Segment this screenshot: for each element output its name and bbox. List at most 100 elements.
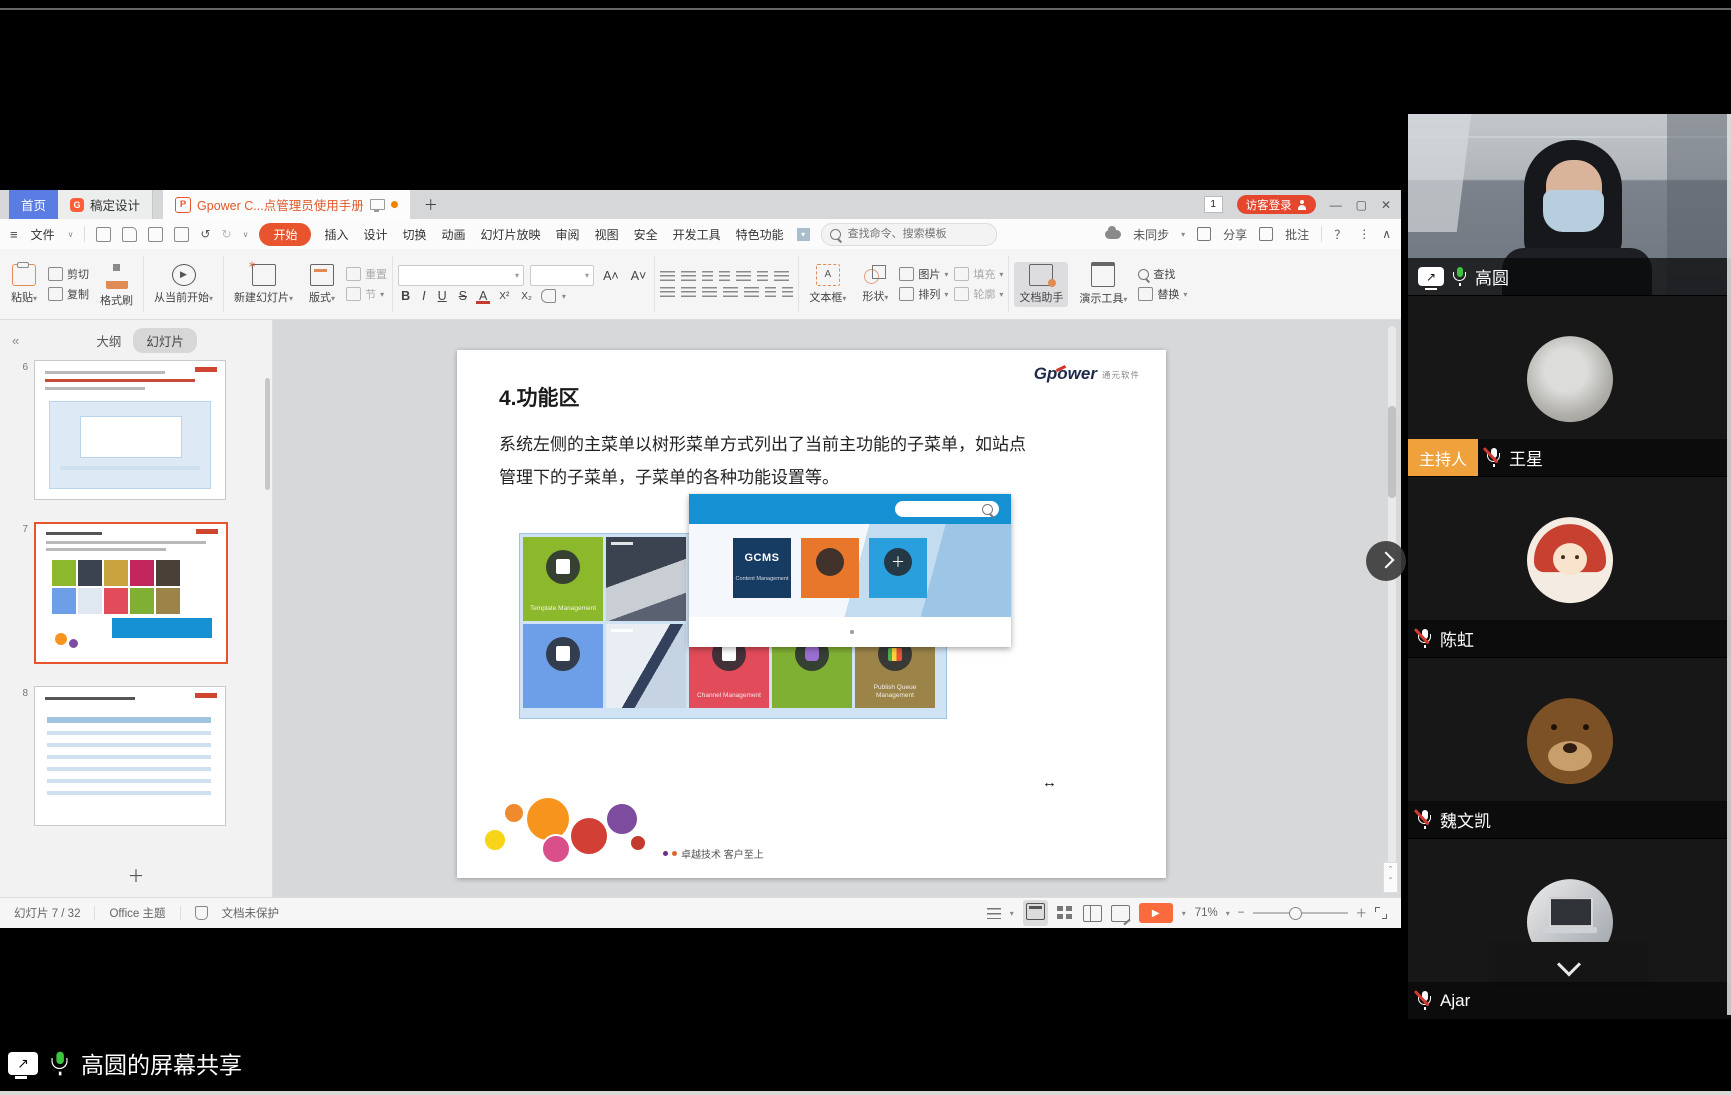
font-name-select[interactable]: ▾ bbox=[398, 265, 524, 286]
help-button[interactable]: ？ bbox=[1334, 226, 1346, 243]
redo-icon[interactable]: ↻ bbox=[222, 227, 232, 241]
align-left-icon[interactable] bbox=[660, 287, 675, 298]
align-right-icon[interactable] bbox=[702, 287, 717, 298]
increase-font-icon[interactable]: A˄ bbox=[600, 269, 622, 283]
comment-icon[interactable] bbox=[1259, 227, 1273, 241]
tab-slides[interactable]: 幻灯片 bbox=[133, 328, 197, 353]
menu-security[interactable]: 安全 bbox=[632, 223, 660, 246]
subscript-button[interactable]: X₂ bbox=[518, 291, 535, 302]
fill-button[interactable]: 填充▾ bbox=[954, 266, 1003, 282]
strikethrough-button[interactable]: S bbox=[456, 289, 470, 303]
paragraph-more-icon[interactable] bbox=[765, 287, 776, 298]
tab-gaoding-design[interactable]: G 稿定设计 bbox=[58, 190, 153, 219]
slide-thumbnail-6[interactable] bbox=[34, 360, 226, 500]
layout-button[interactable]: 版式▾ bbox=[304, 262, 340, 307]
fullscreen-icon[interactable] bbox=[1375, 907, 1387, 919]
find-button[interactable]: 查找 bbox=[1138, 266, 1187, 282]
menu-dev-tools[interactable]: 开发工具 bbox=[671, 223, 723, 246]
protection-status[interactable]: 文档未保护 bbox=[222, 905, 280, 921]
menu-insert[interactable]: 插入 bbox=[322, 223, 350, 246]
font-color-button[interactable]: A bbox=[476, 289, 490, 303]
zoom-caret-icon[interactable]: ▾ bbox=[1226, 909, 1230, 918]
slide-thumbnail-7-selected[interactable] bbox=[34, 522, 228, 664]
numbering-icon[interactable] bbox=[681, 271, 696, 282]
sync-status[interactable]: 未同步 bbox=[1133, 226, 1169, 243]
menu-start[interactable]: 开始 bbox=[259, 223, 311, 246]
bold-button[interactable]: B bbox=[398, 289, 413, 303]
reading-view-icon[interactable] bbox=[1083, 905, 1102, 922]
section-button[interactable]: 节▾ bbox=[346, 286, 387, 302]
print-preview-icon[interactable] bbox=[174, 227, 189, 242]
participant-tile-ajar[interactable]: Ajar bbox=[1408, 839, 1731, 1020]
theme-label[interactable]: Office 主题 bbox=[109, 905, 165, 921]
more-button[interactable]: ⋮ bbox=[1358, 227, 1370, 241]
italic-button[interactable]: I bbox=[419, 289, 428, 303]
share-label[interactable]: 分享 bbox=[1223, 226, 1247, 243]
play-from-current-button[interactable]: ▶ 从当前开始▾ bbox=[149, 262, 218, 307]
notes-icon[interactable] bbox=[987, 908, 1001, 919]
arrange-button[interactable]: 排列▾ bbox=[899, 286, 948, 302]
underline-button[interactable]: U bbox=[435, 289, 450, 303]
distribute-icon[interactable] bbox=[744, 287, 759, 298]
search-input[interactable] bbox=[846, 227, 970, 241]
slide-thumbnail-8[interactable] bbox=[34, 686, 226, 826]
participant-tile-wangxing[interactable]: 主持人 王星 bbox=[1408, 296, 1731, 477]
new-tab-button[interactable]: ＋ bbox=[410, 190, 452, 219]
participant-tile-chenhong[interactable]: 陈虹 bbox=[1408, 477, 1731, 658]
clear-format-icon[interactable] bbox=[541, 289, 556, 303]
zoom-level[interactable]: 71% bbox=[1195, 907, 1218, 919]
notes-caret-icon[interactable]: ▾ bbox=[1010, 909, 1014, 918]
cut-button[interactable]: 剪切 bbox=[48, 266, 89, 282]
cloud-sync-icon[interactable] bbox=[1105, 230, 1121, 239]
quickbar-caret-icon[interactable]: ∨ bbox=[243, 230, 249, 239]
reset-button[interactable]: 重置 bbox=[346, 266, 387, 282]
close-button[interactable]: ✕ bbox=[1381, 198, 1391, 212]
minimize-button[interactable]: — bbox=[1330, 198, 1342, 212]
command-search[interactable] bbox=[821, 223, 997, 246]
align-center-icon[interactable] bbox=[681, 287, 696, 298]
decrease-font-icon[interactable]: A˅ bbox=[628, 269, 650, 283]
paste-button[interactable]: 粘贴▾ bbox=[6, 262, 42, 307]
participants-scrollbar[interactable] bbox=[1727, 114, 1731, 1015]
paragraph-settings-icon[interactable] bbox=[782, 287, 793, 298]
save-icon[interactable] bbox=[96, 227, 111, 242]
canvas-scrollbar-thumb[interactable] bbox=[1388, 406, 1396, 498]
menu-design[interactable]: 设计 bbox=[361, 223, 389, 246]
undo-icon[interactable]: ↺ bbox=[200, 227, 210, 241]
text-direction-icon[interactable] bbox=[757, 271, 768, 282]
tab-outline[interactable]: 大纲 bbox=[96, 331, 121, 350]
menu-transitions[interactable]: 切换 bbox=[401, 223, 429, 246]
textbox-button[interactable]: A 文本框▾ bbox=[804, 262, 851, 307]
share-icon[interactable] bbox=[1197, 227, 1211, 241]
zoom-slider-knob[interactable] bbox=[1289, 907, 1302, 920]
view-normal-button[interactable] bbox=[1023, 900, 1048, 926]
zoom-out-button[interactable]: − bbox=[1238, 907, 1245, 919]
menu-review[interactable]: 审阅 bbox=[554, 223, 582, 246]
sync-caret-icon[interactable]: ▾ bbox=[1181, 230, 1185, 239]
cast-screen-icon[interactable] bbox=[370, 199, 385, 210]
format-painter-button[interactable]: 格式刷 bbox=[95, 259, 138, 310]
participant-video-gaoyuan[interactable]: ↗ 高圆 bbox=[1408, 114, 1731, 296]
text-tools-caret-icon[interactable]: ▾ bbox=[562, 292, 566, 301]
bullets-icon[interactable] bbox=[660, 271, 675, 282]
line-spacing-icon[interactable] bbox=[774, 271, 789, 282]
export-icon[interactable] bbox=[122, 227, 137, 242]
menu-file[interactable]: 文件 bbox=[29, 223, 57, 246]
doc-assistant-button[interactable]: 文档助手 bbox=[1014, 262, 1068, 307]
ink-view-icon[interactable] bbox=[1111, 905, 1130, 922]
menu-animations[interactable]: 动画 bbox=[440, 223, 468, 246]
superscript-button[interactable]: X² bbox=[496, 291, 512, 302]
tab-home[interactable]: 首页 bbox=[9, 190, 58, 219]
justify-icon[interactable] bbox=[723, 287, 738, 298]
comment-label[interactable]: 批注 bbox=[1285, 226, 1309, 243]
slide-sorter-icon[interactable] bbox=[1057, 906, 1074, 921]
guest-login-button[interactable]: 访客登录 bbox=[1237, 195, 1316, 214]
shapes-button[interactable]: 形状▾ bbox=[857, 263, 893, 306]
zoom-in-button[interactable]: ＋ bbox=[1356, 905, 1368, 921]
slideshow-play-button[interactable]: ▶ bbox=[1139, 903, 1173, 923]
current-slide[interactable]: Gpower 通元软件 4.功能区 系统左侧的主菜单以树形菜单方式列出了当前主功… bbox=[457, 350, 1166, 878]
copy-button[interactable]: 复制 bbox=[48, 286, 89, 302]
presentation-tools-button[interactable]: 演示工具▾ bbox=[1074, 260, 1132, 308]
special-features-caret-icon[interactable]: ▾ bbox=[797, 228, 810, 241]
hamburger-icon[interactable]: ≡ bbox=[10, 227, 18, 242]
